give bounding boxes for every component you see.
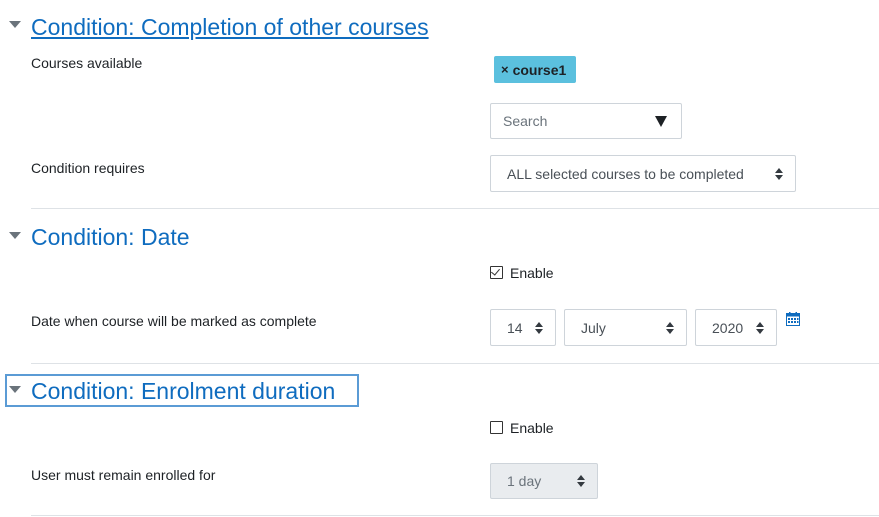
tag-label: course1 [512,61,567,78]
section-divider [31,208,879,209]
search-placeholder: Search [503,113,548,129]
select-arrows-icon [535,321,543,334]
condition-requires-label: Condition requires [31,160,145,176]
select-arrows-icon [756,321,764,334]
duration-label: User must remain enrolled for [31,467,216,483]
section-title-date[interactable]: Condition: Date [31,223,190,251]
section-divider [31,515,879,516]
select-arrows-icon [666,321,674,334]
year-value: 2020 [712,319,744,336]
month-select[interactable]: July [564,309,687,346]
selected-course-tag[interactable]: × course1 [494,56,576,83]
tag-remove-icon[interactable]: × [501,62,509,77]
calendar-icon[interactable] [786,312,800,326]
date-enable-label[interactable]: Enable [510,265,554,281]
section-collapse-icon[interactable] [9,21,21,28]
dropdown-arrow-icon[interactable] [655,116,667,127]
date-enable-checkbox[interactable] [490,266,503,279]
section-title-completion-courses[interactable]: Condition: Completion of other courses [31,13,429,41]
select-arrows-icon [577,475,585,487]
section-divider [31,363,879,364]
duration-select[interactable]: 1 day [490,463,598,499]
courses-available-label: Courses available [31,55,143,71]
year-select[interactable]: 2020 [695,309,777,346]
checkmark-icon [491,266,500,276]
section-title-enrolment-duration[interactable]: Condition: Enrolment duration [31,377,335,405]
duration-value: 1 day [507,473,542,489]
date-complete-label: Date when course will be marked as compl… [31,313,317,329]
day-value: 14 [507,319,523,336]
day-select[interactable]: 14 [490,309,556,346]
course-search-input[interactable]: Search [490,103,682,139]
duration-enable-checkbox[interactable] [490,421,503,434]
month-value: July [581,319,606,336]
condition-requires-value: ALL selected courses to be completed [507,165,744,182]
select-arrows-icon [775,167,783,180]
condition-requires-select[interactable]: ALL selected courses to be completed [490,155,796,192]
duration-enable-label[interactable]: Enable [510,420,554,436]
section-collapse-icon[interactable] [9,232,21,239]
